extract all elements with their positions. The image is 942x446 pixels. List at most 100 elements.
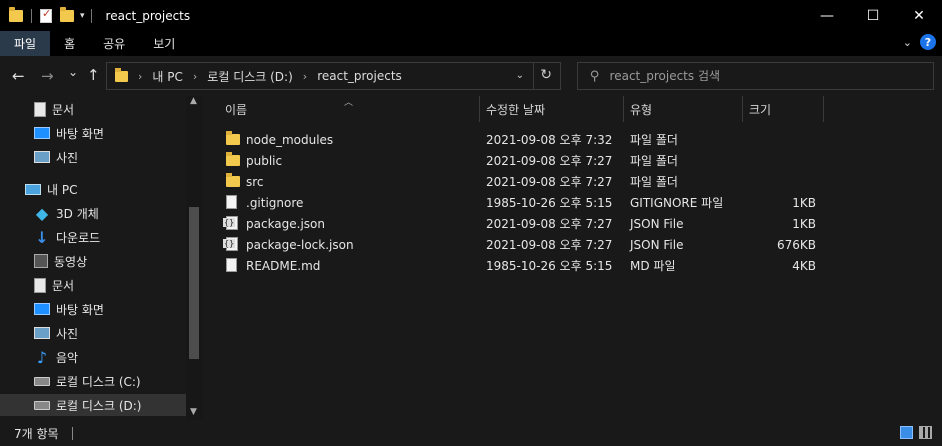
- videos-icon: [34, 254, 48, 268]
- breadcrumb-separator[interactable]: ›: [193, 70, 197, 83]
- column-divider[interactable]: [823, 96, 824, 122]
- sidebar-item-this-pc[interactable]: 내 PC: [0, 178, 186, 200]
- search-box[interactable]: ⚲: [577, 62, 934, 90]
- breadcrumb-current-folder[interactable]: react_projects: [317, 69, 402, 83]
- downloads-icon: ↓: [35, 227, 49, 247]
- tab-share[interactable]: 공유: [89, 31, 139, 56]
- sidebar-item-drive-d[interactable]: 로컬 디스크 (D:): [0, 394, 186, 416]
- pictures-icon: [34, 151, 50, 163]
- sidebar-item-downloads[interactable]: ↓ 다운로드: [0, 226, 186, 248]
- scroll-up-icon[interactable]: ▲: [190, 96, 197, 106]
- file-row[interactable]: .gitignore 1985-10-26 오후 5:15 GITIGNORE …: [222, 192, 822, 213]
- column-header-size[interactable]: 크기: [749, 96, 819, 122]
- sidebar-item-videos[interactable]: 동영상: [0, 250, 186, 272]
- file-row[interactable]: public 2021-09-08 오후 7:27 파일 폴더: [222, 150, 822, 171]
- file-row[interactable]: README.md 1985-10-26 오후 5:15 MD 파일 4KB: [222, 255, 822, 276]
- file-name: public: [246, 153, 283, 168]
- file-type: 파일 폴더: [630, 133, 678, 147]
- sidebar-item-documents[interactable]: 문서: [0, 98, 186, 120]
- sidebar-item-label: 사진: [56, 150, 79, 165]
- file-size: 676KB: [776, 237, 816, 252]
- sidebar-item-pictures[interactable]: 사진: [0, 146, 186, 168]
- tab-view[interactable]: 보기: [139, 31, 189, 56]
- file-icon: [226, 195, 237, 209]
- close-button[interactable]: ✕: [896, 0, 942, 31]
- 3d-objects-icon: ◆: [35, 203, 49, 223]
- music-icon: ♪: [36, 347, 48, 367]
- column-header-label: 유형: [630, 102, 653, 117]
- maximize-button[interactable]: ☐: [850, 0, 896, 31]
- file-name: package-lock.json: [246, 237, 354, 252]
- forward-button[interactable]: →: [41, 67, 54, 85]
- properties-icon[interactable]: [40, 7, 52, 23]
- breadcrumb-drive-d[interactable]: 로컬 디스크 (D:): [207, 68, 292, 85]
- sidebar-item-label: 바탕 화면: [56, 302, 104, 317]
- sidebar-item-pictures-pc[interactable]: 사진: [0, 322, 186, 344]
- sidebar-item-3d-objects[interactable]: ◆ 3D 개체: [0, 202, 186, 224]
- column-divider[interactable]: [742, 96, 743, 122]
- refresh-icon[interactable]: ↻: [540, 67, 552, 83]
- status-bar: 7개 항목: [0, 420, 942, 446]
- documents-icon: [34, 101, 46, 117]
- tab-file[interactable]: 파일: [0, 31, 51, 56]
- customize-toolbar-dropdown-icon[interactable]: ▾: [80, 11, 85, 21]
- file-date: 2021-09-08 오후 7:27: [486, 154, 613, 168]
- column-header-type[interactable]: 유형: [630, 96, 740, 122]
- scroll-down-icon[interactable]: ▼: [190, 407, 197, 417]
- recent-locations-button[interactable]: ⌄: [68, 65, 78, 79]
- file-row[interactable]: package.json 2021-09-08 오후 7:27 JSON Fil…: [222, 213, 822, 234]
- drive-icon: [34, 376, 50, 386]
- view-switcher: [900, 426, 932, 439]
- sidebar-item-desktop[interactable]: 바탕 화면: [0, 122, 186, 144]
- search-input[interactable]: [609, 69, 910, 83]
- json-file-icon: [223, 216, 238, 230]
- large-icons-view-icon[interactable]: [919, 426, 932, 439]
- tab-home[interactable]: 홈: [50, 31, 89, 56]
- file-date: 2021-09-08 오후 7:27: [486, 238, 613, 252]
- column-divider[interactable]: [479, 96, 480, 122]
- file-date: 2021-09-08 오후 7:27: [486, 217, 613, 231]
- file-list: ︿ 이름 수정한 날짜 유형 크기 node_modules 2021-09-0…: [204, 96, 942, 420]
- address-history-dropdown-icon[interactable]: ⌄: [516, 70, 524, 81]
- sidebar-item-label: 로컬 디스크 (D:): [56, 398, 142, 413]
- details-view-icon[interactable]: [900, 426, 913, 439]
- column-header-date[interactable]: 수정한 날짜: [486, 96, 622, 122]
- sidebar-item-label: 바탕 화면: [56, 126, 104, 141]
- up-button[interactable]: ↑: [87, 66, 100, 84]
- sidebar-item-music[interactable]: ♪ 음악: [0, 346, 186, 368]
- file-row[interactable]: src 2021-09-08 오후 7:27 파일 폴더: [222, 171, 822, 192]
- file-row[interactable]: node_modules 2021-09-08 오후 7:32 파일 폴더: [222, 129, 822, 150]
- breadcrumb-this-pc[interactable]: 내 PC: [152, 68, 182, 85]
- column-header-label: 크기: [749, 102, 772, 117]
- file-date: 2021-09-08 오후 7:27: [486, 175, 613, 189]
- file-name: node_modules: [246, 132, 334, 147]
- column-divider[interactable]: [623, 96, 624, 122]
- navigation-bar: ← → ⌄ ↑ › 내 PC › 로컬 디스크 (D:) › react_pro…: [0, 56, 942, 96]
- back-button[interactable]: ←: [12, 67, 25, 85]
- ribbon-tabs: 파일 홈 공유 보기 ⌄ ?: [0, 31, 942, 56]
- help-icon[interactable]: ?: [920, 34, 936, 50]
- file-row[interactable]: package-lock.json 2021-09-08 오후 7:27 JSO…: [222, 234, 822, 255]
- column-header-name[interactable]: 이름: [225, 96, 479, 122]
- scrollbar-thumb[interactable]: [189, 207, 199, 359]
- breadcrumb-separator[interactable]: ›: [303, 70, 307, 83]
- address-bar[interactable]: › 내 PC › 로컬 디스크 (D:) › react_projects ⌄ …: [106, 62, 561, 90]
- sidebar-item-desktop-pc[interactable]: 바탕 화면: [0, 298, 186, 320]
- json-file-icon: [223, 237, 238, 251]
- new-folder-icon[interactable]: [60, 6, 74, 22]
- file-icon: [226, 258, 237, 272]
- file-type: 파일 폴더: [630, 154, 678, 168]
- sidebar-scrollbar[interactable]: ▲ ▼: [186, 96, 203, 420]
- folder-icon: [226, 173, 240, 187]
- breadcrumb-separator[interactable]: ›: [138, 70, 142, 83]
- file-name: .gitignore: [246, 195, 304, 210]
- expand-ribbon-chevron-icon[interactable]: ⌄: [903, 36, 912, 49]
- file-size: 1KB: [792, 195, 816, 210]
- file-name: README.md: [246, 258, 321, 273]
- divider: [90, 8, 92, 23]
- file-name: package.json: [246, 216, 326, 231]
- minimize-button[interactable]: —: [804, 0, 850, 31]
- file-type: 파일 폴더: [630, 175, 678, 189]
- sidebar-item-drive-c[interactable]: 로컬 디스크 (C:): [0, 370, 186, 392]
- sidebar-item-documents-pc[interactable]: 문서: [0, 274, 186, 296]
